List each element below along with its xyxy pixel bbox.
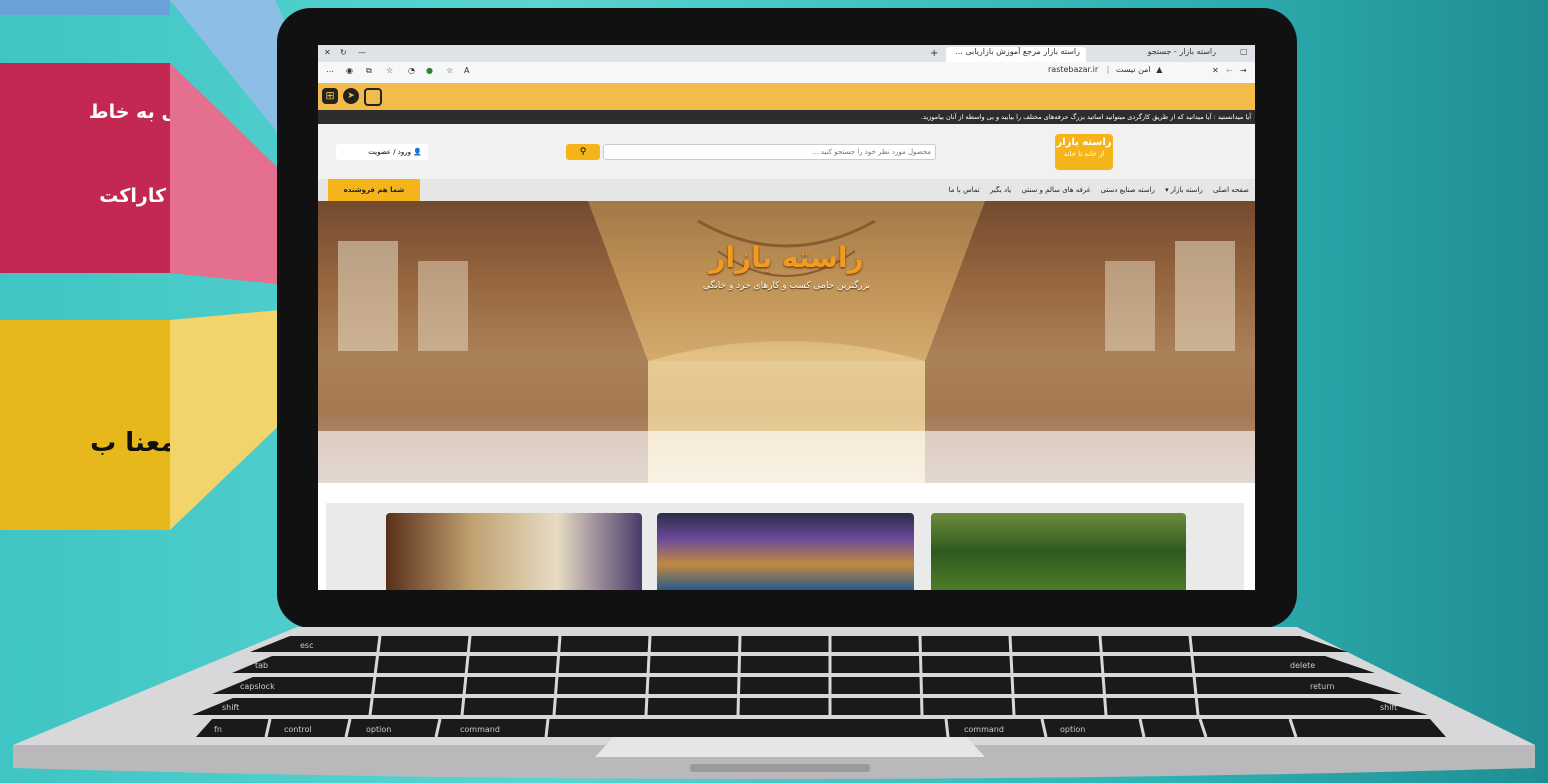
telegram-icon[interactable]: ➤ <box>343 88 359 104</box>
callout-yellow-banner: با معنا ب <box>0 320 170 530</box>
seller-button-label: شما هم فروشنده <box>343 186 405 194</box>
nav-item-rastebazar[interactable]: راسته بازار <box>1171 186 1203 194</box>
callout-pink-line2: باید کاراکت <box>99 185 170 207</box>
main-nav: صفحه اصلی راسته بازار▾ راسته صنایع دستی … <box>318 179 1255 201</box>
key-command-right: command <box>964 725 1004 734</box>
tab-actions-icon[interactable]: ▢ <box>1240 47 1248 56</box>
key-option-left: option <box>366 725 391 734</box>
stop-icon[interactable]: ✕ <box>1212 66 1219 75</box>
back-icon[interactable]: → <box>1240 66 1247 75</box>
security-label[interactable]: امن نیست <box>1116 65 1151 74</box>
key-esc: esc <box>300 641 314 650</box>
site-logo[interactable]: راسته بازار از خانه تا خانه <box>1055 134 1113 170</box>
add-favorite-icon[interactable]: ☆ <box>446 66 453 75</box>
key-shift-right: shift <box>1380 703 1397 712</box>
cards-row <box>326 503 1244 590</box>
tab-search[interactable]: راسته بازار - جستجو <box>1102 47 1222 62</box>
notice-text: آیا میدانستید : آیا میدانید که از طریق ک… <box>920 113 1251 121</box>
url-text: rastebazar.ir <box>1048 65 1099 74</box>
nav-item-learn[interactable]: یاد بگیر <box>990 186 1011 194</box>
site-header: راسته بازار از خانه تا خانه ⚲ 👤 ورود / ع… <box>318 124 1255 179</box>
key-return: return <box>1310 682 1334 691</box>
hero-title: راسته بازار <box>709 241 864 274</box>
key-tab: tab <box>255 661 268 670</box>
user-icon: 👤 <box>413 148 422 156</box>
key-control: control <box>284 725 312 734</box>
laptop-screen: ✕ ↻ — + راسته بازار مرجع آموزش بازاریابی… <box>318 45 1255 590</box>
card-bazaar-image[interactable] <box>657 513 914 590</box>
key-shift-left: shift <box>222 703 239 712</box>
callout-yellow-line1: با معنا ب <box>90 428 170 458</box>
search-input[interactable] <box>603 144 936 160</box>
nav-item-home[interactable]: صفحه اصلی <box>1213 186 1249 194</box>
warning-icon: ▲ <box>1156 65 1163 74</box>
search-button[interactable]: ⚲ <box>566 144 600 160</box>
search-icon: ⚲ <box>579 147 587 157</box>
key-capslock: capslock <box>240 682 275 691</box>
collections-icon[interactable]: ⧉ <box>366 66 372 76</box>
refresh-icon[interactable]: ↻ <box>340 48 347 57</box>
hero-subtitle: بزرگترین حامی کسب و کارهای خرد و خانگی <box>702 281 871 291</box>
chevron-down-icon: ▾ <box>1165 186 1169 194</box>
nav-item-contact[interactable]: تماس با ما <box>949 186 980 194</box>
seller-button[interactable]: شما هم فروشنده <box>328 179 420 201</box>
nav-item-healthy-booths[interactable]: غرفه های سالم و سنتی <box>1021 186 1090 194</box>
key-option-right: option <box>1060 725 1085 734</box>
logo-line1: راسته بازار <box>1056 137 1112 148</box>
app-icon[interactable]: ⊞ <box>322 88 338 104</box>
url-field[interactable]: rastebazar.ir | امن نیست ▲ <box>1048 65 1198 79</box>
laptop-base: esc tab capslock shift return delete shi… <box>13 627 1535 779</box>
login-button[interactable]: 👤 ورود / عضویت <box>336 144 428 160</box>
new-tab-icon[interactable]: + <box>930 48 938 59</box>
browser-tab-bar: ✕ ↻ — + راسته بازار مرجع آموزش بازاریابی… <box>318 45 1255 62</box>
callout-blue-banner <box>0 0 170 15</box>
instagram-icon[interactable] <box>364 88 382 106</box>
login-label: ورود / عضویت <box>368 148 412 156</box>
callout-pink-banner: قابل به خاط باید کاراکت <box>0 63 170 273</box>
nav-item-handicrafts[interactable]: راسته صنایع دستی <box>1101 186 1155 194</box>
card-nature-image[interactable] <box>931 513 1186 590</box>
vpn-icon[interactable]: ● <box>426 66 433 75</box>
forward-icon[interactable]: ← <box>1226 66 1233 75</box>
close-window-icon[interactable]: ✕ <box>324 48 331 57</box>
read-aloud-icon[interactable]: A <box>464 66 469 75</box>
minimize-icon[interactable]: — <box>358 48 366 57</box>
profile-icon[interactable]: ◉ <box>346 66 353 75</box>
card-books-image[interactable] <box>386 513 642 590</box>
favorites-icon[interactable]: ☆ <box>386 66 393 75</box>
tab-label: راسته بازار - جستجو <box>1147 47 1216 56</box>
social-bar: ⊞ ➤ <box>318 83 1255 110</box>
key-command-left: command <box>460 725 500 734</box>
extension-icon[interactable]: ◔ <box>408 66 415 75</box>
hero-banner: راسته بازار بزرگترین حامی کسب و کارهای خ… <box>318 201 1255 483</box>
key-fn: fn <box>214 725 222 734</box>
callout-pink-line1: قابل به خاط <box>88 101 170 123</box>
featured-section <box>318 483 1255 590</box>
tab-label: راسته بازار مرجع آموزش بازاریابی ... <box>955 47 1080 56</box>
tab-active[interactable]: راسته بازار مرجع آموزش بازاریابی ... <box>946 47 1086 62</box>
logo-line2: از خانه تا خانه <box>1063 150 1105 158</box>
more-icon[interactable]: ⋯ <box>326 67 334 76</box>
address-bar: ⋯ ◉ ⧉ ☆ ◔ ● ☆ A rastebazar.ir | امن نیست… <box>318 62 1255 84</box>
notice-bar: آیا میدانستید : آیا میدانید که از طریق ک… <box>318 110 1255 124</box>
key-delete: delete <box>1290 661 1315 670</box>
